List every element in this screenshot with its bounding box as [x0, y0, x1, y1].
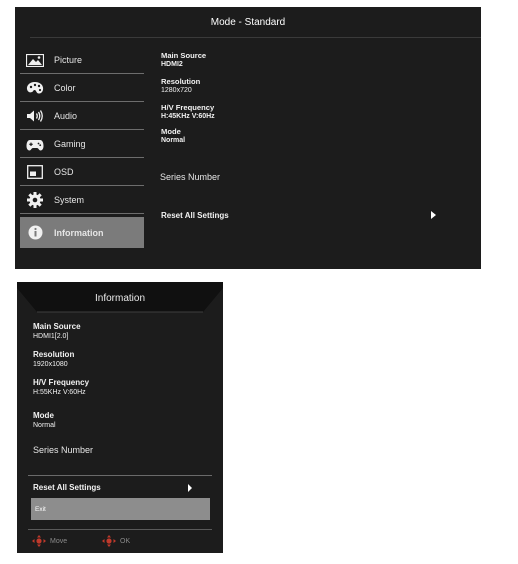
- main-source-value: HDMI2: [161, 61, 183, 68]
- ok-dpad-icon: [102, 535, 116, 547]
- resolution-label: Resolution: [33, 350, 75, 359]
- exit-button[interactable]: Exit: [31, 498, 210, 520]
- resolution-block: Resolution 1280x720: [161, 77, 461, 95]
- divider: [28, 475, 212, 476]
- menu-item-label: System: [54, 195, 85, 205]
- series-number-label: Series Number: [33, 445, 94, 455]
- main-source-label: Main Source: [33, 322, 81, 331]
- information-details: Main Source HDMI1[2.0] Resolution 1920x1…: [33, 322, 89, 439]
- hv-frequency-value: H:45KHz V:60Hz: [161, 113, 215, 120]
- chevron-right-icon: [431, 211, 436, 219]
- picture-icon: [24, 51, 46, 69]
- divider: [28, 529, 212, 530]
- title-divider: [30, 37, 481, 38]
- palette-icon: [24, 79, 46, 97]
- gamepad-icon: [24, 135, 46, 153]
- gear-icon: [24, 191, 46, 209]
- main-source-block: Main Source HDMI2: [161, 51, 461, 69]
- footer-ok-label: OK: [120, 537, 131, 545]
- resolution-value: 1280x720: [161, 87, 192, 94]
- reset-all-settings[interactable]: Reset All Settings: [161, 211, 229, 220]
- mode-value: Normal: [33, 422, 56, 429]
- hv-frequency-label: H/V Frequency: [33, 378, 90, 387]
- chevron-right-icon: [188, 484, 192, 492]
- panel-title: Information: [94, 292, 146, 304]
- reset-all-settings[interactable]: Reset All Settings: [33, 483, 101, 492]
- series-number-label: Series Number: [160, 172, 221, 182]
- menu-item-gaming[interactable]: Gaming: [20, 131, 144, 158]
- menu-item-information[interactable]: Information: [20, 217, 144, 248]
- main-source-label: Main Source: [161, 51, 207, 60]
- move-dpad-icon: [32, 535, 46, 547]
- mode-label: Mode: [161, 127, 181, 136]
- mode-block: Mode Normal: [161, 127, 461, 145]
- resolution-block: Resolution 1920x1080: [33, 350, 89, 369]
- resolution-value: 1920x1080: [33, 361, 68, 368]
- menu-item-label: Picture: [54, 55, 83, 65]
- menu-item-osd[interactable]: OSD: [20, 159, 144, 186]
- menu-item-picture[interactable]: Picture: [20, 47, 144, 74]
- hv-frequency-label: H/V Frequency: [161, 103, 215, 112]
- side-menu: Picture Color Audio Gaming OSD System In…: [20, 47, 144, 249]
- osd-panel-information: Information Main Source HDMI1[2.0] Resol…: [17, 282, 223, 553]
- main-source-value: HDMI1[2.0]: [33, 333, 69, 340]
- resolution-label: Resolution: [161, 77, 201, 86]
- menu-item-label: OSD: [54, 167, 74, 177]
- osd-icon: [24, 163, 46, 181]
- footer-move-label: Move: [50, 537, 68, 545]
- hv-frequency-block: H/V Frequency H:55KHz V:60Hz: [33, 378, 89, 397]
- menu-item-label: Audio: [54, 111, 78, 121]
- osd-panel-mode-standard: Mode - Standard Picture Color Audio Gami…: [15, 7, 481, 269]
- mode-value: Normal: [161, 137, 186, 144]
- panel-title: Mode - Standard: [210, 16, 286, 28]
- main-source-block: Main Source HDMI1[2.0]: [33, 322, 89, 341]
- mode-block: Mode Normal: [33, 411, 89, 430]
- menu-item-label: Color: [54, 83, 76, 93]
- speaker-icon: [24, 107, 46, 125]
- info-icon: [24, 224, 46, 242]
- hv-frequency-value: H:55KHz V:60Hz: [33, 389, 86, 396]
- footer-ok: OK: [102, 535, 130, 547]
- menu-item-label: Information: [54, 227, 104, 238]
- menu-item-label: Gaming: [54, 139, 86, 149]
- menu-item-audio[interactable]: Audio: [20, 103, 144, 130]
- information-details: Main Source HDMI2 Resolution 1280x720 H/…: [161, 51, 461, 153]
- footer-move: Move: [32, 535, 67, 547]
- hv-frequency-block: H/V Frequency H:45KHz V:60Hz: [161, 103, 461, 121]
- menu-item-system[interactable]: System: [20, 187, 144, 214]
- menu-item-color[interactable]: Color: [20, 75, 144, 102]
- mode-label: Mode: [33, 411, 54, 420]
